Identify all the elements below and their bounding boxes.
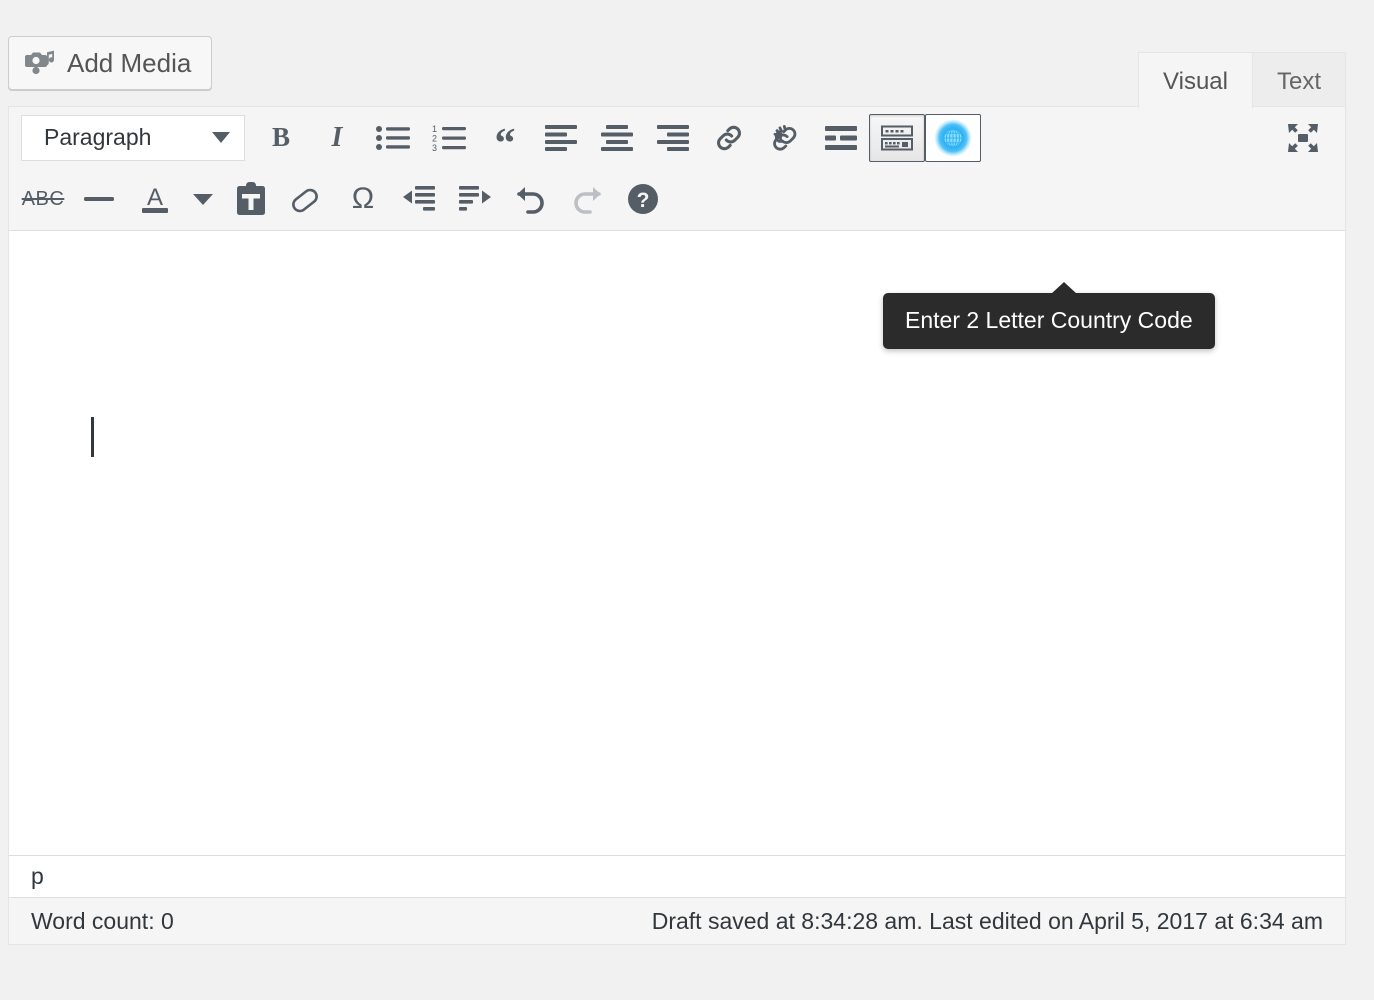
help-icon: ? (627, 183, 659, 215)
blockquote-button[interactable]: “ (477, 114, 533, 168)
chevron-down-icon (212, 132, 230, 143)
text-color-icon: A (138, 182, 172, 216)
tab-visual-label: Visual (1163, 67, 1228, 95)
read-more-icon (825, 125, 857, 150)
unlink-icon (769, 122, 801, 154)
text-color-dropdown[interactable] (183, 175, 223, 223)
bold-button[interactable]: B (253, 114, 309, 162)
element-path[interactable]: p (31, 863, 44, 890)
eraser-icon (290, 184, 324, 214)
tab-text[interactable]: Text (1251, 52, 1346, 108)
increase-indent-button[interactable] (447, 175, 503, 223)
element-path-bar: p (9, 855, 1345, 897)
text-color-button[interactable]: A (127, 175, 183, 223)
editor-toolbar: Paragraph B I 1 2 3 “ ABC A Ω ? Enter 2 … (9, 107, 1345, 349)
globe-icon (933, 118, 973, 158)
svg-text:2: 2 (432, 134, 437, 144)
redo-icon (569, 183, 605, 215)
svg-text:3: 3 (432, 143, 437, 151)
italic-button[interactable]: I (309, 114, 365, 162)
omega-icon: Ω (351, 182, 375, 215)
italic-icon: I (331, 121, 343, 153)
align-right-button[interactable] (645, 114, 701, 162)
word-count-bar: Word count: 0 Draft saved at 8:34:28 am.… (9, 897, 1345, 944)
editor-mode-tabs: Visual Text (1138, 52, 1346, 108)
distraction-free-icon (1286, 122, 1320, 154)
tooltip-text: Enter 2 Letter Country Code (905, 307, 1193, 333)
text-caret (91, 417, 94, 457)
undo-button[interactable] (503, 175, 559, 223)
svg-text:1: 1 (432, 124, 437, 134)
bold-icon: B (271, 122, 290, 152)
tab-visual[interactable]: Visual (1138, 52, 1253, 108)
special-character-button[interactable]: Ω (335, 175, 391, 223)
paste-as-text-button[interactable] (223, 175, 279, 223)
clear-formatting-button[interactable] (279, 175, 335, 223)
format-select-value: Paragraph (44, 124, 152, 150)
outdent-icon (403, 186, 435, 212)
horizontal-rule-icon (84, 195, 114, 203)
link-icon (713, 122, 745, 154)
bulleted-list-button[interactable] (365, 114, 421, 162)
tab-text-label: Text (1276, 67, 1321, 95)
redo-button[interactable] (559, 175, 615, 223)
numbered-list-icon: 1 2 3 (432, 124, 466, 151)
country-code-tooltip: Enter 2 Letter Country Code (883, 282, 1215, 349)
camera-music-icon (25, 49, 55, 77)
toolbar-row-secondary: ABC A Ω ? (9, 168, 1345, 230)
numbered-list-button[interactable]: 1 2 3 (421, 114, 477, 162)
strikethrough-icon: ABC (21, 187, 65, 210)
toolbar-toggle-button[interactable] (869, 113, 925, 162)
keyboard-shortcuts-button[interactable]: ? (615, 175, 671, 223)
editor-container: Paragraph B I 1 2 3 “ ABC A Ω ? Enter 2 … (8, 106, 1346, 945)
remove-link-button[interactable] (757, 114, 813, 162)
indent-icon (459, 186, 491, 212)
horizontal-line-button[interactable] (71, 175, 127, 223)
strikethrough-button[interactable]: ABC (15, 175, 71, 223)
format-select[interactable]: Paragraph (21, 114, 245, 161)
align-center-icon (601, 124, 633, 151)
svg-text:A: A (147, 184, 163, 211)
add-media-label: Add Media (67, 47, 192, 78)
clipboard-text-icon (236, 182, 266, 216)
bulleted-list-icon (376, 125, 410, 151)
insert-link-button[interactable] (701, 114, 757, 162)
blockquote-icon: “ (494, 121, 516, 168)
read-more-button[interactable] (813, 114, 869, 162)
add-media-button[interactable]: Add Media (8, 36, 213, 90)
svg-text:?: ? (637, 189, 650, 212)
kitchen-sink-icon (881, 125, 913, 151)
fullscreen-button[interactable] (1275, 114, 1331, 162)
toolbar-row-primary: Paragraph B I 1 2 3 “ (9, 107, 1345, 168)
chevron-down-icon (193, 192, 213, 206)
align-left-icon (545, 124, 577, 151)
align-left-button[interactable] (533, 114, 589, 162)
country-code-button[interactable] (925, 113, 981, 162)
align-right-icon (657, 124, 689, 151)
align-center-button[interactable] (589, 114, 645, 162)
autosave-notice: Draft saved at 8:34:28 am. Last edited o… (651, 907, 1323, 934)
decrease-indent-button[interactable] (391, 175, 447, 223)
undo-icon (513, 183, 549, 215)
